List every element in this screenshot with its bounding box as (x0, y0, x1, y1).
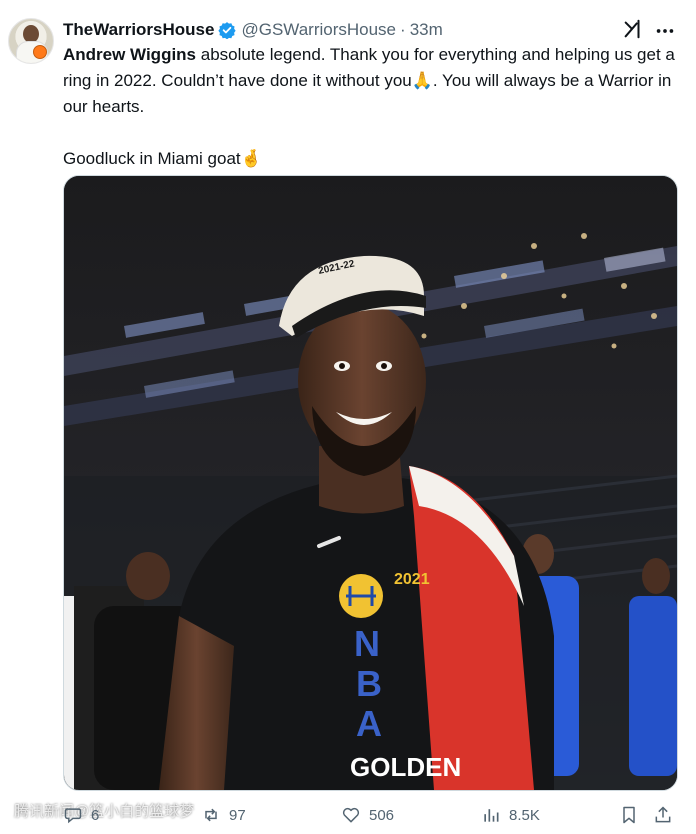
author-handle[interactable]: @GSWarriorsHouse (241, 20, 396, 40)
like-count: 506 (369, 806, 395, 824)
reply-icon (64, 808, 82, 824)
repost-count: 97 (229, 806, 246, 824)
bookmark-icon (623, 806, 635, 824)
tweet-text: Andrew Wiggins absolute legend. Thank yo… (63, 42, 678, 172)
views-button[interactable]: 8.5K (481, 803, 540, 827)
heart-icon (342, 807, 360, 823)
author-avatar[interactable] (8, 18, 54, 64)
mention-link[interactable]: Andrew Wiggins (63, 45, 196, 64)
tweet-timestamp[interactable]: 33m (410, 20, 443, 40)
tweet-header: TheWarriorsHouse @GSWarriorsHouse · 33m (63, 18, 443, 42)
tweet-photo[interactable]: 2021 N B A GOLDEN 2021-22 (63, 175, 678, 791)
shirt-nba-b: B (356, 663, 382, 704)
views-chart-icon (484, 809, 499, 822)
repost-icon (205, 808, 217, 822)
shirt-nba-n: N (354, 623, 380, 664)
share-icon (655, 806, 671, 823)
separator-dot: · (400, 20, 406, 39)
reply-count: 6 (91, 806, 100, 824)
author-name[interactable]: TheWarriorsHouse (63, 20, 214, 40)
bookmark-button[interactable] (619, 803, 639, 827)
views-count: 8.5K (509, 806, 540, 824)
reply-button[interactable]: 6 (63, 803, 99, 827)
shirt-golden-text: GOLDEN (350, 752, 461, 782)
verified-badge-icon (218, 21, 237, 40)
share-button[interactable] (653, 803, 673, 827)
grok-icon[interactable] (622, 18, 644, 40)
more-options-icon[interactable] (654, 20, 676, 42)
tweet-card[interactable]: TheWarriorsHouse @GSWarriorsHouse · 33m … (0, 0, 696, 834)
shirt-year-text: 2021 (394, 571, 430, 588)
like-button[interactable]: 506 (341, 803, 394, 827)
tweet-text-footer: Goodluck in Miami goat🤞 (63, 149, 262, 168)
shirt-nba-a: A (356, 703, 382, 744)
tweet-actions-bar: 6 97 506 8.5K (63, 799, 683, 831)
repost-button[interactable]: 97 (201, 803, 246, 827)
